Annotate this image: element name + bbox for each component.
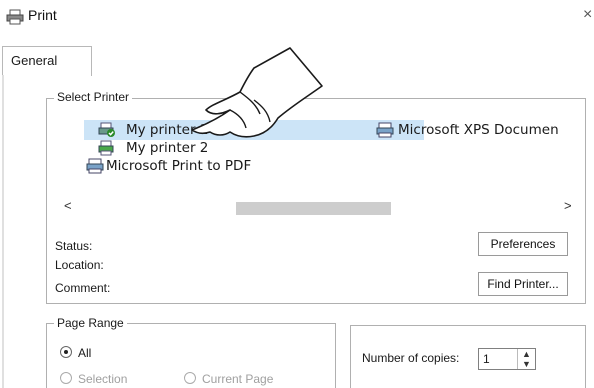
page-range-selection-option[interactable]: Selection (60, 372, 127, 386)
printer-green-icon (98, 140, 114, 156)
spin-up-icon[interactable]: ▲ (518, 349, 535, 359)
page-range-group-label: Page Range (54, 316, 127, 330)
printer-icon (86, 158, 104, 174)
copies-stepper[interactable]: ▲ ▼ (517, 349, 535, 369)
print-dialog: Print × General Select Printer My printe… (0, 0, 594, 388)
page-range-current-page-option[interactable]: Current Page (184, 372, 273, 386)
find-printer-button[interactable]: Find Printer... (478, 272, 568, 296)
title-bar: Print × (0, 0, 594, 34)
printer-list-scrollbar[interactable]: < > (52, 198, 572, 218)
tab-general-label: General (11, 53, 58, 68)
radio-selection-label: Selection (78, 372, 128, 386)
close-icon[interactable]: × (583, 6, 592, 24)
printer-name: Microsoft XPS Documen (398, 122, 559, 138)
printer-icon (6, 9, 24, 25)
scroll-left-arrow[interactable]: < (64, 198, 72, 213)
radio-current-page[interactable] (184, 372, 196, 384)
tab-panel-edge (2, 75, 4, 388)
printer-checked-icon (98, 122, 115, 137)
tab-general[interactable]: General (2, 46, 92, 76)
radio-current-page-label: Current Page (202, 372, 274, 386)
find-printer-button-label: Find Printer... (487, 277, 559, 291)
pointing-hand-icon (191, 47, 323, 138)
radio-all[interactable] (60, 346, 72, 358)
copies-input[interactable]: 1 ▲ ▼ (478, 348, 536, 370)
scroll-thumb[interactable] (236, 202, 391, 215)
printer-item-microsoft-xps[interactable]: Microsoft XPS Documen (376, 120, 570, 140)
comment-label: Comment: (55, 281, 111, 295)
page-range-all-option[interactable]: All (60, 346, 91, 360)
radio-all-label: All (78, 346, 92, 360)
radio-selection[interactable] (60, 372, 72, 384)
window-title: Print (28, 7, 57, 23)
scroll-right-arrow[interactable]: > (564, 198, 572, 213)
printer-item-microsoft-print-to-pdf[interactable]: Microsoft Print to PDF (84, 156, 384, 176)
copies-value: 1 (483, 352, 490, 366)
preferences-button[interactable]: Preferences (478, 232, 568, 256)
status-label: Status: (55, 239, 93, 253)
select-printer-group-label: Select Printer (54, 90, 133, 104)
copies-label: Number of copies: (362, 351, 460, 365)
location-label: Location: (55, 258, 104, 272)
spin-down-icon[interactable]: ▼ (518, 359, 535, 369)
printer-icon (376, 122, 394, 138)
preferences-button-label: Preferences (490, 237, 556, 251)
printer-name: Microsoft Print to PDF (106, 158, 252, 174)
